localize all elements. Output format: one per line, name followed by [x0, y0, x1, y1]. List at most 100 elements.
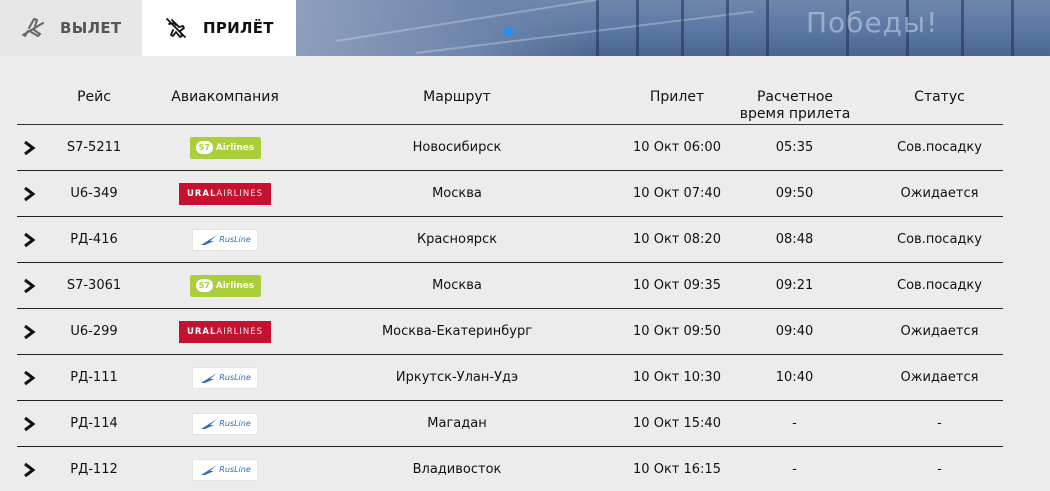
chevron-right-icon[interactable]	[22, 416, 36, 432]
airline-logo: RusLine	[192, 412, 258, 435]
promo-banner[interactable]: Победы!	[296, 0, 1050, 56]
route: Москва-Екатеринбург	[381, 324, 533, 339]
table-row[interactable]: U6-299 URAL AIRLINES Москва-Екатеринбург 10 …	[17, 309, 1003, 355]
scheduled-arrival: 10 Окт 07:40	[633, 186, 721, 201]
flight-status: Ожидается	[900, 324, 979, 339]
tab-arrival-label: ПРИЛЁТ	[203, 19, 274, 37]
table-row[interactable]: РД-111 RusLine Иркутск-Улан-Удэ 10 Окт 10:3…	[17, 355, 1003, 401]
route: Магадан	[427, 416, 487, 431]
airline-logo-text: AIRLINES	[216, 326, 264, 337]
scheduled-arrival: 10 Окт 09:35	[633, 278, 721, 293]
estimated-arrival: 09:40	[775, 324, 814, 339]
s7-mark: S7	[195, 279, 213, 292]
estimated-arrival: -	[792, 416, 797, 431]
route: Новосибирск	[412, 140, 502, 155]
table-row[interactable]: S7-3061 S7 Airlines Москва 10 Окт 09:35 09:21…	[17, 263, 1003, 309]
flight-status: Ожидается	[900, 370, 979, 385]
estimated-arrival: 08:48	[775, 232, 814, 247]
plane-landing-icon	[163, 15, 189, 41]
chevron-right-icon[interactable]	[22, 232, 36, 248]
flight-status: Ожидается	[900, 186, 979, 201]
chevron-right-icon[interactable]	[22, 140, 36, 156]
table-row[interactable]: РД-112 RusLine Владивосток 10 Окт 16:15 - -	[17, 447, 1003, 491]
airline-logo-text: Airlines	[215, 142, 255, 153]
flight-number: U6-349	[70, 186, 118, 201]
flight-number: РД-112	[70, 462, 118, 477]
airline-logo-text: RusLine	[219, 235, 251, 244]
airline-logo: S7 Airlines	[189, 136, 261, 159]
table-body: S7-5211 S7 Airlines Новосибирск 10 Окт 06:00…	[17, 125, 1003, 491]
col-status: Статус	[914, 89, 965, 105]
airline-logo-text: URAL	[186, 326, 217, 337]
airline-logo: S7 Airlines	[189, 274, 261, 297]
plane-takeoff-icon	[20, 15, 46, 41]
tab-departure-label: ВЫЛЕТ	[60, 19, 122, 37]
flight-number: РД-111	[70, 370, 118, 385]
chevron-right-icon[interactable]	[22, 370, 36, 386]
scheduled-arrival: 10 Окт 08:20	[633, 232, 721, 247]
rusline-bird-icon	[201, 418, 218, 429]
airline-logo: URAL AIRLINES	[179, 320, 271, 343]
airline-logo-text: RusLine	[219, 373, 251, 382]
flight-number: S7-5211	[66, 140, 122, 155]
carousel-dot[interactable]	[504, 27, 513, 36]
table-row[interactable]: S7-5211 S7 Airlines Новосибирск 10 Окт 06:00…	[17, 125, 1003, 171]
estimated-arrival: 09:50	[775, 186, 814, 201]
airline-logo: RusLine	[192, 458, 258, 481]
route: Красноярск	[416, 232, 498, 247]
scheduled-arrival: 10 Окт 15:40	[633, 416, 721, 431]
airline-logo-cell: RusLine	[163, 447, 287, 491]
route: Москва	[432, 186, 482, 201]
flight-number: РД-114	[70, 416, 118, 431]
chevron-right-icon[interactable]	[22, 186, 36, 202]
col-route: Маршрут	[423, 89, 491, 105]
flight-status: Сов.посадку	[897, 232, 982, 247]
table-row[interactable]: U6-349 URAL AIRLINES Москва 10 Окт 07:40 09:5…	[17, 171, 1003, 217]
airline-logo-text: Airlines	[215, 280, 255, 291]
chevron-right-icon[interactable]	[22, 462, 36, 478]
airline-logo-cell: RusLine	[163, 217, 287, 262]
flight-status: -	[937, 462, 942, 477]
airline-logo-text: URAL	[186, 188, 217, 199]
scheduled-arrival: 10 Окт 06:00	[633, 140, 721, 155]
flight-number: S7-3061	[66, 278, 122, 293]
tab-arrival[interactable]: ПРИЛЁТ	[142, 0, 296, 56]
rusline-bird-icon	[201, 464, 218, 475]
airline-logo: RusLine	[192, 366, 258, 389]
estimated-arrival: -	[792, 462, 797, 477]
col-estimated-line2: время прилета	[739, 106, 851, 122]
table-row[interactable]: РД-114 RusLine Магадан 10 Окт 15:40 - -	[17, 401, 1003, 447]
airline-logo-cell: RusLine	[163, 401, 287, 446]
estimated-arrival: 05:35	[775, 140, 814, 155]
chevron-right-icon[interactable]	[22, 324, 36, 340]
airline-logo-text: RusLine	[219, 419, 251, 428]
chevron-right-icon[interactable]	[22, 278, 36, 294]
estimated-arrival: 10:40	[775, 370, 814, 385]
col-airline: Авиакомпания	[171, 89, 279, 105]
tab-departure[interactable]: ВЫЛЕТ	[0, 0, 142, 56]
scheduled-arrival: 10 Окт 10:30	[633, 370, 721, 385]
route: Владивосток	[412, 462, 502, 477]
airline-logo: URAL AIRLINES	[179, 182, 271, 205]
col-flight: Рейс	[77, 89, 111, 105]
s7-mark: S7	[195, 141, 213, 154]
scheduled-arrival: 10 Окт 09:50	[633, 324, 721, 339]
table-row[interactable]: РД-416 RusLine Красноярск 10 Окт 08:20 08:48…	[17, 217, 1003, 263]
col-arrival: Прилет	[649, 89, 705, 105]
rusline-bird-icon	[201, 372, 218, 383]
flight-status: Сов.посадку	[897, 140, 982, 155]
airline-logo-text: RusLine	[219, 465, 251, 474]
flight-status: Сов.посадку	[897, 278, 982, 293]
airline-logo-cell: S7 Airlines	[163, 125, 287, 170]
route: Иркутск-Улан-Удэ	[395, 370, 519, 385]
airline-logo-cell: S7 Airlines	[163, 263, 287, 308]
banner-text: Победы!	[806, 6, 939, 39]
rusline-bird-icon	[201, 234, 218, 245]
airline-logo: RusLine	[192, 228, 258, 251]
flight-number: РД-416	[70, 232, 118, 247]
flight-number: U6-299	[70, 324, 118, 339]
top-bar: ВЫЛЕТ ПРИЛЁТ Победы!	[0, 0, 1050, 56]
route: Москва	[432, 278, 482, 293]
airline-logo-cell: URAL AIRLINES	[163, 171, 287, 216]
col-estimated-line1: Расчетное	[756, 89, 834, 105]
